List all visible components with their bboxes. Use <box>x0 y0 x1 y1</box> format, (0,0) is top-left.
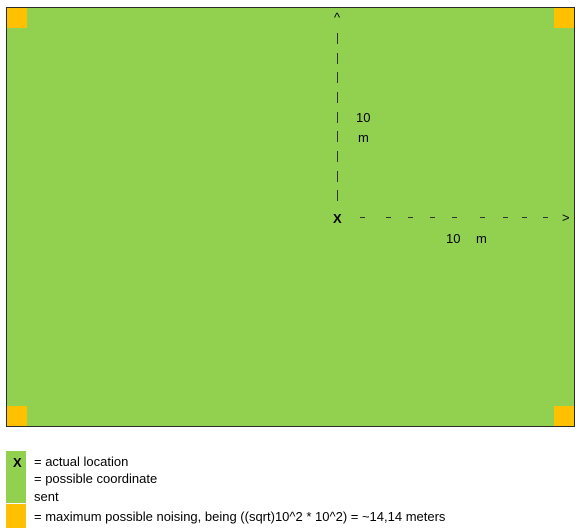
up-arrow-icon: ^ <box>334 10 341 25</box>
horizontal-dash <box>543 217 548 218</box>
horizontal-distance-unit: m <box>476 231 487 246</box>
horizontal-distance-value: 10 <box>446 231 461 246</box>
horizontal-dash <box>408 217 413 218</box>
actual-location-marker: X <box>333 211 342 226</box>
horizontal-dash <box>480 217 485 218</box>
legend-max-noising: = maximum possible noising, being ((sqrt… <box>34 509 446 524</box>
vertical-dash <box>337 190 338 201</box>
vertical-dash <box>337 171 338 182</box>
vertical-dash <box>337 151 338 162</box>
corner-top-right-marker <box>554 8 574 28</box>
corner-bottom-right-marker <box>554 406 574 426</box>
vertical-dash <box>337 72 338 83</box>
legend-x-symbol: X <box>13 455 22 470</box>
right-arrow-icon: > <box>562 210 570 225</box>
legend-possible-coordinate-cont: sent <box>34 489 59 504</box>
horizontal-dash <box>360 217 365 218</box>
vertical-distance-unit: m <box>358 130 369 145</box>
legend-actual-location: = actual location <box>34 454 129 469</box>
legend-orange-swatch <box>6 504 26 528</box>
horizontal-dash <box>430 217 435 218</box>
possible-area-field <box>6 7 575 427</box>
vertical-dash <box>337 131 338 142</box>
corner-top-left-marker <box>7 8 27 28</box>
vertical-dash <box>337 53 338 64</box>
corner-bottom-left-marker <box>7 406 27 426</box>
horizontal-dash <box>386 217 391 218</box>
horizontal-dash <box>452 217 457 218</box>
vertical-distance-value: 10 <box>356 110 371 125</box>
vertical-dash <box>337 33 338 44</box>
horizontal-dash <box>503 217 508 218</box>
vertical-dash <box>337 92 338 103</box>
legend-possible-coordinate: = possible coordinate <box>34 471 158 486</box>
horizontal-dash <box>522 217 527 218</box>
vertical-dash <box>337 112 338 123</box>
